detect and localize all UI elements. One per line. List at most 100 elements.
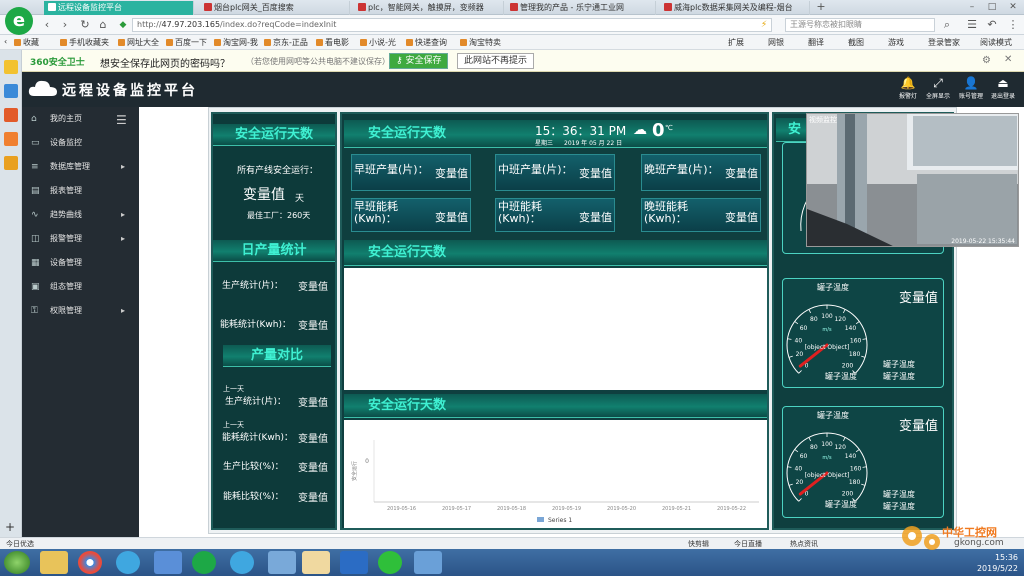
360-browser-icon[interactable] [192, 551, 216, 574]
chrome-icon[interactable] [78, 551, 102, 574]
ext-games[interactable]: 游戏 [888, 37, 904, 48]
gauge-tick-label: 180 [849, 351, 861, 358]
never-prompt-button[interactable]: 此网站不再提示 [457, 53, 535, 69]
refresh-icon[interactable]: ↻ [78, 18, 92, 32]
lightning-icon[interactable]: ⚡ [757, 18, 771, 32]
fav-item[interactable]: 手机收藏夹 [60, 37, 109, 48]
taskbar-clock[interactable]: 15:36 2019/5/22 [977, 552, 1018, 574]
gauge-tick [862, 466, 867, 468]
tab-weihai-plc[interactable]: 威海plc数据采集网关及编程-烟台 [660, 1, 810, 15]
search-input[interactable]: 王源号称恋被扣眼睛 [785, 18, 935, 32]
fav-item[interactable]: 小说-光 [360, 37, 396, 48]
app-sidebar: ☰ ⌂ 我的主页 ▭ 设备监控 ≡ 数据库管理 ▸ ▤ 报表管理 ∿ 趋势曲线 ▸ ◫ 报警管理… [22, 107, 139, 537]
gauge-2-label-c: 罐子温度 [883, 372, 915, 381]
app3-icon[interactable] [414, 551, 442, 574]
new-tab-icon[interactable]: + [814, 0, 828, 14]
menu-database[interactable]: ≡ 数据库管理 ▸ [22, 155, 139, 179]
cloud-logo-icon [28, 80, 57, 96]
tab-remote-platform[interactable]: 远程设备监控平台 [44, 1, 194, 15]
logout-button[interactable]: ⏏ 退出登录 [988, 76, 1018, 100]
ext-login-manager[interactable]: 登录管家 [928, 37, 960, 48]
fav-item[interactable]: 百度一下 [166, 37, 207, 48]
gauge-3-value: 变量值 [899, 419, 939, 434]
gauge-bottom-label: 罐子温度 [825, 499, 857, 509]
fav-item[interactable]: 京东-正品 [264, 37, 308, 48]
menu-config[interactable]: ▣ 组态管理 [22, 275, 139, 299]
gauge-title: 罐子温度 [817, 410, 849, 420]
weibo-icon[interactable] [4, 108, 18, 122]
gauge-tick [842, 309, 846, 314]
notes-icon[interactable] [302, 551, 330, 574]
app-icon[interactable] [154, 551, 182, 574]
home-icon[interactable]: ⌂ [96, 18, 110, 32]
ext-bank[interactable]: 网银 [768, 37, 784, 48]
bookmark-icon[interactable] [4, 156, 18, 170]
tab-manage-products[interactable]: 管理我的产品 - 乐宁通工业网 [506, 1, 656, 15]
safe-save-button[interactable]: ⚷ 安全保存 [389, 53, 449, 69]
wechat-icon[interactable] [378, 551, 402, 574]
ext-extensions[interactable]: 扩展 [728, 37, 744, 48]
menu-reports[interactable]: ▤ 报表管理 [22, 179, 139, 203]
forward-icon[interactable]: › [58, 18, 72, 32]
list-icon[interactable] [4, 84, 18, 98]
globe-icon [118, 39, 125, 46]
today-picks[interactable]: 今日优选 [6, 539, 34, 549]
app2-icon[interactable] [268, 551, 296, 574]
minimize-icon[interactable]: – [965, 0, 979, 14]
tab-baidu-search[interactable]: 烟台plc网关_百度搜索 [200, 1, 350, 15]
jd-icon [264, 39, 271, 46]
file-explorer-icon[interactable] [40, 551, 68, 574]
menu-device-monitor[interactable]: ▭ 设备监控 [22, 131, 139, 155]
gauge-tick-label: 60 [800, 453, 808, 460]
search-icon[interactable]: ⌕ [940, 18, 954, 32]
fav-item[interactable]: 网址大全 [118, 37, 159, 48]
alarm-light-button[interactable]: 🔔 报警灯 [893, 76, 923, 100]
ext-translate[interactable]: 翻译 [808, 37, 824, 48]
menu-device-manage[interactable]: ▦ 设备管理 [22, 251, 139, 275]
close-bar-icon[interactable]: ✕ [1004, 54, 1012, 65]
fullscreen-button[interactable]: ⤢ 全屏显示 [923, 76, 953, 100]
status-hot-news[interactable]: 热点资讯 [790, 539, 818, 549]
status-live[interactable]: 今日直播 [734, 539, 762, 549]
fav-item[interactable]: 快递查询 [406, 37, 447, 48]
fav-item[interactable]: 淘宝特卖 [460, 37, 501, 48]
add-icon[interactable]: + [5, 520, 15, 534]
x-tick-label: 2019-05-21 [662, 506, 691, 512]
url-input[interactable]: http://47.97.203.165/index.do?reqCode=in… [132, 18, 772, 32]
menu-home[interactable]: ⌂ 我的主页 [22, 107, 139, 131]
ext-screenshot[interactable]: 截图 [848, 37, 864, 48]
close-icon[interactable]: ✕ [1006, 0, 1020, 14]
browser-logo-icon[interactable]: e [5, 7, 33, 35]
shield-icon[interactable]: ◆ [116, 18, 130, 32]
video-monitor-window[interactable]: 视频监控 2019-05-22 15:35:44 [806, 113, 1019, 247]
ratio2-value: 变量值 [298, 493, 328, 504]
menu-alarm[interactable]: ◫ 报警管理 ▸ [22, 227, 139, 251]
more-icon[interactable]: ⋮ [1006, 18, 1020, 32]
word-icon[interactable] [340, 551, 368, 574]
fav-item[interactable]: 淘宝网-我 [214, 37, 258, 48]
account-button[interactable]: 👤 账号管理 [956, 76, 986, 100]
edge-icon[interactable] [230, 551, 254, 574]
maximize-icon[interactable]: □ [985, 0, 999, 14]
y-axis-label: 安全运行 [351, 461, 358, 481]
fav-item[interactable]: 看电影 [316, 37, 349, 48]
gauge-tick [855, 321, 860, 325]
back-icon[interactable]: ‹ [40, 18, 54, 32]
fav-nav-arrow-icon[interactable]: ‹ [4, 37, 7, 46]
mid-panel2-heading: 安全运行天数 [344, 240, 767, 266]
menu-permission[interactable]: ⚿ 权限管理 ▸ [22, 299, 139, 323]
settings-icon[interactable]: ⚙ [982, 55, 991, 66]
menu-trend[interactable]: ∿ 趋势曲线 ▸ [22, 203, 139, 227]
mail-icon[interactable] [4, 132, 18, 146]
browser-side-toolbar: + [0, 50, 22, 544]
undo-icon[interactable]: ↶ [985, 18, 999, 32]
stat-night-output: 晚班产量(片)： 变量值 [641, 154, 761, 191]
start-button-icon[interactable] [4, 551, 30, 574]
status-quick-edit[interactable]: 快剪辑 [688, 539, 709, 549]
ext-reading-mode[interactable]: 阅读模式 [980, 37, 1012, 48]
star-icon[interactable] [4, 60, 18, 74]
ie-icon[interactable] [116, 551, 140, 574]
tab-plc-gateway[interactable]: plc，智能网关，触摸屏，变频器 [354, 1, 504, 15]
fav-item[interactable]: 收藏 [14, 37, 39, 48]
menu-icon[interactable]: ☰ [965, 18, 979, 32]
